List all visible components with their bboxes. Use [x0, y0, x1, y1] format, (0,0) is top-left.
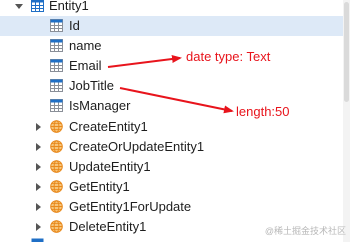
jobtitle-annotation: length:50 — [236, 104, 290, 119]
annotation-arrows — [107, 55, 234, 114]
vertical-scrollbar[interactable] — [343, 0, 350, 242]
email-annotation: date type: Text — [186, 49, 271, 64]
watermark: @稀土掘金技术社区 — [264, 226, 346, 236]
jobtitle-note-arrow — [119, 87, 234, 114]
scrollbar-thumb[interactable] — [344, 2, 349, 102]
email-note-arrow — [107, 55, 182, 68]
